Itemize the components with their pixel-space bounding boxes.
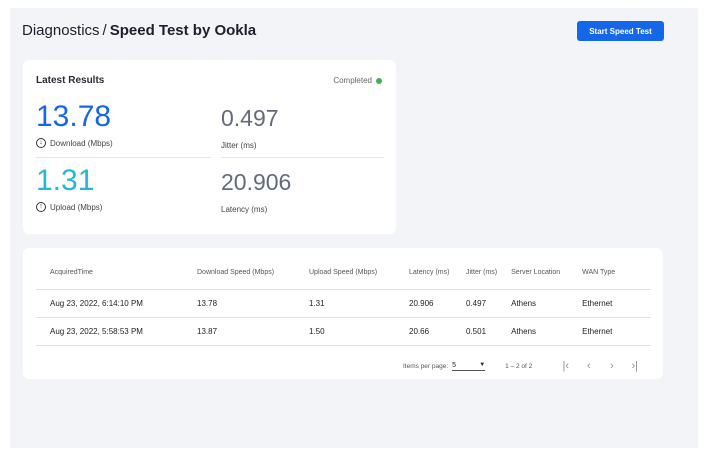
next-page-icon[interactable]: › — [600, 360, 623, 372]
table-row[interactable]: Aug 23, 2022, 5:58:53 PM 13.87 1.50 20.6… — [36, 317, 651, 346]
jitter-label: Jitter (ms) — [221, 141, 257, 150]
results-table-card: AcquiredTime Download Speed (Mbps) Uploa… — [23, 248, 663, 379]
results-table: AcquiredTime Download Speed (Mbps) Uploa… — [36, 257, 651, 346]
page-title: Speed Test by Ookla — [109, 22, 257, 39]
breadcrumb-separator: / — [102, 22, 107, 39]
server-location-cell: Athens — [497, 289, 569, 318]
column-header[interactable]: Download Speed (Mbps) — [183, 257, 295, 290]
column-header[interactable]: Latency (ms) — [395, 257, 452, 290]
column-header[interactable]: Jitter (ms) — [452, 257, 498, 290]
upload-value: 1.31 — [36, 164, 95, 197]
download-speed-cell: 13.78 — [183, 289, 295, 318]
paginator: Items per page: 5 ▼ 1 – 2 of 2 |‹ ‹ › ›| — [403, 359, 646, 373]
latency-label: Latency (ms) — [221, 205, 268, 214]
acquired-time-cell: Aug 23, 2022, 5:58:53 PM — [36, 317, 183, 346]
pagination-nav: |‹ ‹ › ›| — [554, 360, 646, 372]
table-header-row: AcquiredTime Download Speed (Mbps) Uploa… — [36, 257, 651, 290]
acquired-time-cell: Aug 23, 2022, 6:14:10 PM — [36, 289, 183, 318]
breadcrumb: Diagnostics / Speed Test by Ookla — [22, 22, 256, 39]
items-per-page-select[interactable]: 5 ▼ — [452, 361, 486, 371]
breadcrumb-root[interactable]: Diagnostics — [22, 22, 100, 39]
download-label-row: ↓ Download (Mbps) — [36, 138, 113, 148]
status-text: Completed — [333, 76, 372, 85]
download-label: Download (Mbps) — [50, 138, 113, 148]
start-speed-test-button[interactable]: Start Speed Test — [577, 21, 664, 41]
jitter-cell: 0.497 — [452, 289, 498, 318]
column-header[interactable]: WAN Type — [568, 257, 651, 290]
results-title: Latest Results — [36, 75, 105, 86]
download-icon: ↓ — [36, 138, 46, 148]
wan-type-cell: Ethernet — [568, 317, 651, 346]
wan-type-cell: Ethernet — [568, 289, 651, 318]
download-value: 13.78 — [36, 100, 112, 133]
column-header[interactable]: AcquiredTime — [36, 257, 183, 290]
latency-cell: 20.906 — [395, 289, 452, 318]
table-row[interactable]: Aug 23, 2022, 6:14:10 PM 13.78 1.31 20.9… — [36, 289, 651, 318]
latency-cell: 20.66 — [395, 317, 452, 346]
items-per-page-label: Items per page: — [403, 362, 449, 370]
upload-label: Upload (Mbps) — [50, 202, 103, 212]
previous-page-icon[interactable]: ‹ — [577, 360, 600, 372]
last-page-icon[interactable]: ›| — [623, 360, 646, 372]
status-badge: Completed — [333, 76, 382, 85]
upload-speed-cell: 1.31 — [295, 289, 395, 318]
download-speed-cell: 13.87 — [183, 317, 295, 346]
upload-icon: ↑ — [36, 202, 46, 212]
upload-label-row: ↑ Upload (Mbps) — [36, 202, 102, 212]
first-page-icon[interactable]: |‹ — [554, 360, 577, 372]
latest-results-card: Latest Results Completed 13.78 ↓ Downloa… — [23, 60, 396, 234]
jitter-value: 0.497 — [221, 105, 279, 131]
latency-value: 20.906 — [221, 169, 292, 195]
range-label: 1 – 2 of 2 — [505, 362, 533, 370]
jitter-cell: 0.501 — [452, 317, 498, 346]
divider — [221, 157, 384, 158]
latency-metric: 20.906 Latency (ms) — [221, 170, 291, 214]
column-header[interactable]: Upload Speed (Mbps) — [295, 257, 395, 290]
status-dot-icon — [376, 77, 382, 84]
server-location-cell: Athens — [497, 317, 569, 346]
column-header[interactable]: Server Location — [497, 257, 569, 290]
items-per-page-value: 5 — [452, 361, 457, 369]
upload-metric: 1.31 ↑ Upload (Mbps) — [36, 166, 102, 212]
speed-test-page: Diagnostics / Speed Test by Ookla Start Sp… — [10, 8, 698, 448]
divider — [36, 157, 211, 158]
upload-speed-cell: 1.50 — [295, 317, 395, 346]
download-metric: 13.78 ↓ Download (Mbps) — [36, 102, 113, 148]
caret-down-icon: ▼ — [479, 362, 486, 368]
jitter-metric: 0.497 Jitter (ms) — [221, 106, 279, 150]
